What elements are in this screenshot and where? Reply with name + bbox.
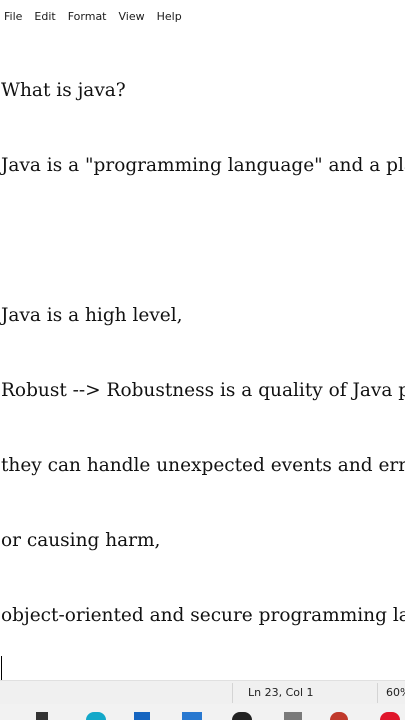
menu-format[interactable]: Format	[68, 6, 107, 23]
start-icon[interactable]	[36, 712, 48, 720]
text-line: Java is a high level,	[1, 305, 183, 326]
menu-help[interactable]: Help	[157, 6, 182, 23]
text-line: object-oriented and secure programming l…	[1, 605, 405, 626]
app-icon[interactable]	[330, 712, 348, 720]
edge-browser-icon[interactable]	[86, 712, 106, 720]
text-line	[1, 228, 405, 253]
cursor-position: Ln 23, Col 1	[248, 686, 314, 699]
status-bar: Ln 23, Col 1 60%	[0, 680, 405, 704]
menu-view[interactable]: View	[119, 6, 145, 23]
status-divider	[232, 683, 233, 703]
menu-bar: File Edit Format View Help	[0, 0, 405, 28]
text-line: they can handle unexpected events and er…	[1, 455, 405, 476]
menu-file[interactable]: File	[4, 6, 22, 23]
status-divider	[377, 683, 378, 703]
mail-icon[interactable]	[182, 712, 202, 720]
text-editor[interactable]: What is java? Java is a "programming lan…	[0, 28, 405, 680]
text-line: Java is a "programming language" and a p…	[1, 155, 405, 176]
text-caret	[1, 656, 2, 680]
text-line: What is java?	[1, 80, 126, 101]
photos-icon[interactable]	[232, 712, 252, 720]
menu-edit[interactable]: Edit	[34, 6, 55, 23]
text-line: or causing harm,	[1, 530, 161, 551]
settings-icon[interactable]	[284, 712, 302, 720]
taskbar	[0, 704, 405, 720]
text-line: Robust --> Robustness is a quality of Ja…	[1, 380, 405, 401]
opera-browser-icon[interactable]	[380, 712, 400, 720]
zoom-level[interactable]: 60%	[386, 686, 405, 699]
store-icon[interactable]	[134, 712, 150, 720]
